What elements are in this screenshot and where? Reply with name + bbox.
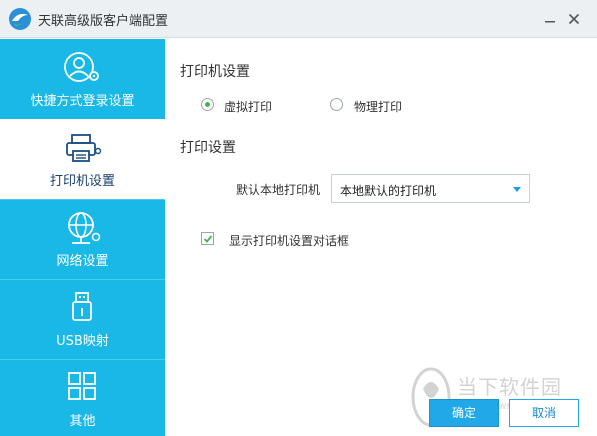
default-printer-label: 默认本地打印机: [236, 183, 321, 197]
globe-network-icon: [68, 212, 101, 244]
physical-print-radio[interactable]: [330, 98, 343, 111]
title-bar: 天联高级版客户端配置: [0, 0, 597, 38]
virtual-print-label: 虚拟打印: [224, 100, 273, 114]
close-icon: [568, 13, 580, 25]
ok-button[interactable]: 确定: [429, 399, 499, 427]
printer-icon: [66, 134, 102, 162]
app-logo-icon: [9, 8, 31, 30]
sidebar-item-label: USB映射: [56, 334, 109, 349]
cancel-button[interactable]: 取消: [509, 399, 579, 427]
grid-icon: [68, 372, 96, 400]
minimize-icon: [545, 21, 555, 23]
sidebar: 快捷方式登录设置 打印机设置 网络设置 USB映射 其他: [0, 39, 165, 436]
usb-icon: [72, 292, 92, 321]
chevron-down-icon: [513, 187, 521, 192]
sidebar-divider: [0, 199, 165, 200]
sidebar-item-shortcut-login[interactable]: 快捷方式登录设置: [0, 39, 165, 119]
sidebar-item-label: 其他: [69, 414, 96, 429]
sidebar-divider: [0, 279, 165, 280]
print-settings-title: 打印设置: [180, 140, 236, 156]
sidebar-item-network[interactable]: 网络设置: [0, 199, 165, 279]
window-title: 天联高级版客户端配置: [38, 14, 169, 29]
sidebar-divider: [0, 359, 165, 360]
settings-panel: 打印机设置 虚拟打印 物理打印 打印设置 默认本地打印机 本地默认的打印机 显示…: [165, 39, 597, 436]
sidebar-item-label: 打印机设置: [49, 174, 115, 189]
sidebar-item-other[interactable]: 其他: [0, 359, 165, 436]
sidebar-item-printer[interactable]: 打印机设置: [0, 119, 165, 199]
checkmark-icon: [203, 235, 213, 243]
physical-print-label: 物理打印: [354, 100, 403, 114]
close-button[interactable]: [562, 6, 586, 32]
show-dialog-label: 显示打印机设置对话框: [229, 234, 350, 248]
printer-settings-title: 打印机设置: [180, 64, 250, 80]
minimize-button[interactable]: [538, 6, 562, 32]
sidebar-item-usb[interactable]: USB映射: [0, 279, 165, 359]
show-dialog-checkbox[interactable]: [201, 232, 214, 245]
default-printer-value: 本地默认的打印机: [340, 184, 437, 198]
default-printer-select[interactable]: 本地默认的打印机: [331, 174, 530, 203]
sidebar-item-label: 快捷方式登录设置: [30, 94, 135, 109]
sidebar-item-label: 网络设置: [56, 254, 109, 269]
user-gear-icon: [64, 52, 99, 82]
virtual-print-radio[interactable]: [201, 98, 214, 111]
